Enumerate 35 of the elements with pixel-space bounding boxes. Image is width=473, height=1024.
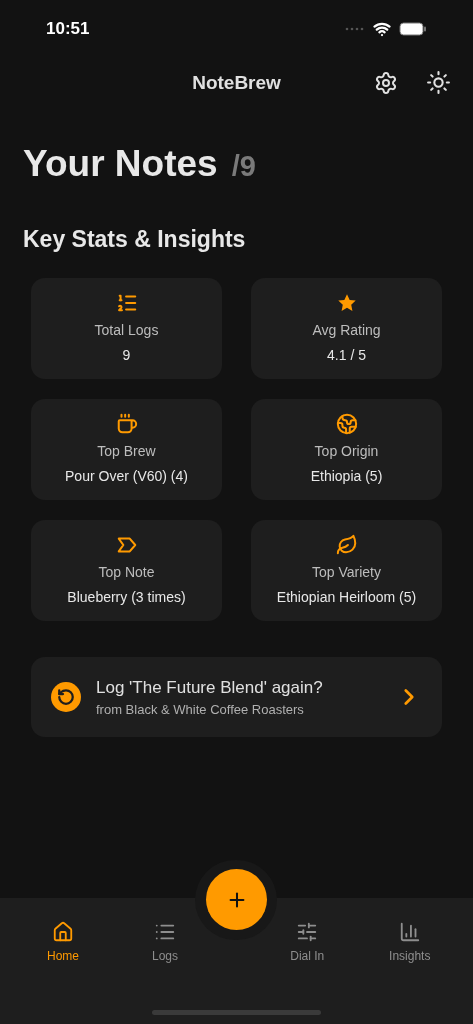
theme-toggle-button[interactable] — [426, 70, 451, 95]
sliders-icon — [296, 921, 319, 943]
globe-icon — [335, 412, 358, 435]
relog-icon — [51, 682, 81, 712]
battery-icon — [399, 22, 427, 36]
relog-card[interactable]: Log 'The Future Blend' again? from Black & White Coffee Roasters — [31, 657, 442, 737]
wifi-icon — [373, 20, 391, 38]
stat-label: Top Note — [98, 562, 155, 582]
stat-label: Top Origin — [314, 441, 379, 461]
settings-button[interactable] — [374, 70, 398, 95]
leaf-icon — [335, 533, 358, 556]
page-title: Your Notes — [23, 142, 218, 186]
stat-label: Total Logs — [94, 320, 159, 340]
stat-value: Ethiopia (5) — [310, 466, 383, 486]
relog-title: Log 'The Future Blend' again? — [96, 676, 324, 699]
stat-label: Top Variety — [312, 562, 381, 582]
signal-icon — [345, 27, 365, 31]
nav-tab[interactable]: Logs — [130, 921, 200, 965]
nav-tab[interactable]: Home — [28, 921, 98, 965]
app-title: NoteBrew — [192, 70, 281, 95]
relog-subtitle: from Black & White Coffee Roasters — [96, 701, 305, 719]
section-title: Key Stats & Insights — [23, 225, 246, 252]
bar-chart-icon — [398, 921, 421, 943]
status-time: 10:51 — [46, 18, 90, 41]
stat-value: 4.1 / 5 — [327, 345, 366, 365]
notes-count: /9 — [231, 149, 256, 184]
stat-value: Blueberry (3 times) — [67, 587, 186, 607]
nav-tab[interactable]: Insights — [374, 921, 445, 965]
nav-tab[interactable]: Dial In — [272, 921, 343, 965]
stat-value: Pour Over (V60) (4) — [65, 466, 188, 486]
stat-value: 9 — [122, 345, 131, 365]
stat-label: Avg Rating — [312, 320, 381, 340]
stat-label: Top Brew — [97, 441, 156, 461]
stat-value: Ethiopian Heirloom (5) — [276, 587, 417, 607]
home-icon — [52, 921, 74, 943]
